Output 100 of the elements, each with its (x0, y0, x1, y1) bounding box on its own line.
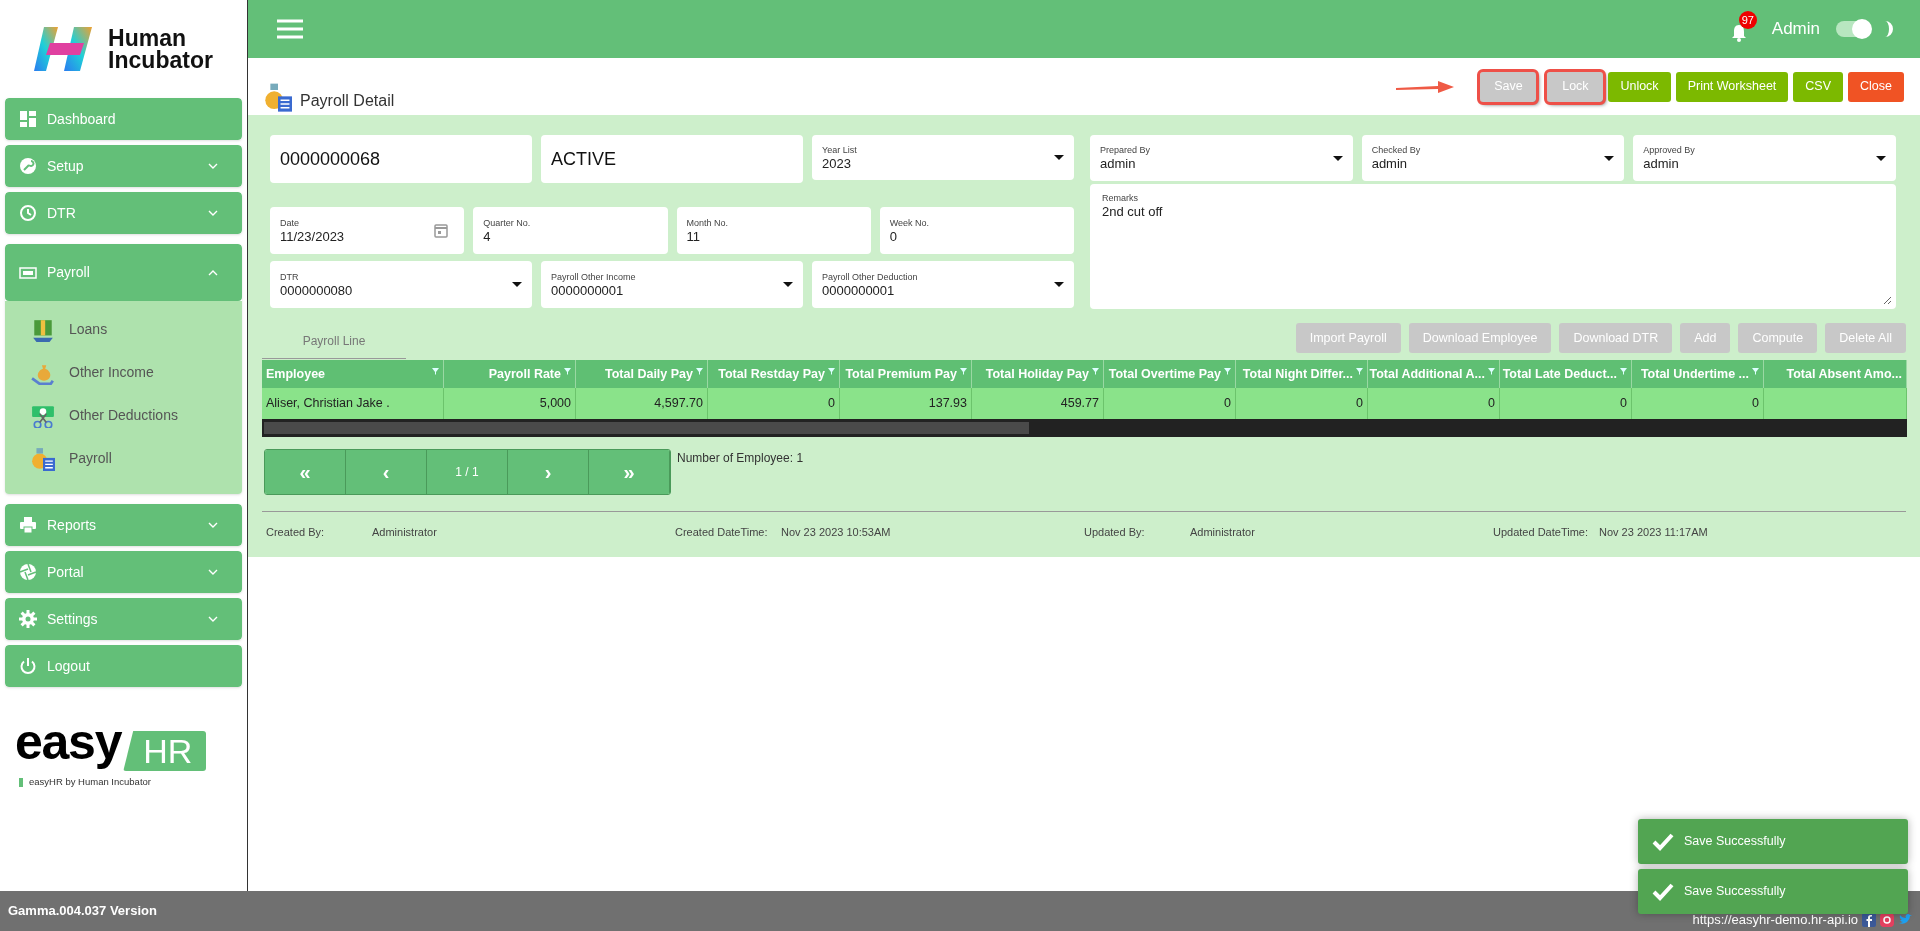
sidebar-item[interactable]: Settings (5, 598, 242, 640)
version-text: Gamma.004.037 Version (8, 902, 157, 921)
text-field[interactable]: 0000000068 (270, 135, 532, 183)
action-button[interactable]: CSV (1793, 71, 1844, 102)
sidebar-item[interactable]: Payroll (5, 244, 242, 301)
text-field[interactable]: ACTIVE (541, 135, 803, 183)
brand-tagline: easyHR by Human Incubator (29, 775, 151, 789)
menu-icon (276, 19, 304, 39)
page-title: Payroll Detail (300, 91, 395, 111)
settings-icon (19, 610, 37, 628)
audit-value: Administrator (372, 525, 437, 540)
filter-icon (696, 368, 703, 375)
remarks-field[interactable]: Remarks 2nd cut off (1090, 184, 1896, 309)
money-bag-calculator-icon (264, 81, 292, 113)
clock-icon (19, 204, 37, 222)
brand-logo-text: easy (15, 713, 122, 771)
filter-icon (432, 368, 439, 375)
audit-value: Nov 23 2023 10:53AM (781, 525, 891, 540)
tagline-mark (19, 777, 23, 787)
theme-toggle[interactable] (1836, 21, 1870, 37)
printer-icon (19, 516, 37, 534)
audit-label: Updated DateTime: (1493, 525, 1589, 540)
wrench-icon (19, 157, 37, 175)
filter-icon (1224, 368, 1231, 375)
logo-text: Incubator (108, 49, 213, 71)
audit-label: Updated By: (1084, 525, 1146, 540)
notification-badge: 97 (1738, 11, 1757, 29)
text-field[interactable]: Week No. 0 (879, 207, 1074, 254)
select-field[interactable]: Payroll Other Income 0000000001 (541, 261, 803, 308)
filter-icon (1752, 368, 1759, 375)
aperture-icon (19, 563, 37, 581)
logo-text: Human (108, 27, 187, 49)
toast: Save Successfully (1638, 819, 1908, 864)
caret-down-icon (512, 282, 522, 287)
dashboard-icon (19, 110, 37, 128)
audit-label: Created By: (266, 525, 326, 540)
filter-icon (1356, 368, 1363, 375)
audit-value: Nov 23 2023 11:17AM (1599, 525, 1708, 540)
action-button[interactable]: Print Worksheet (1675, 71, 1789, 102)
date-field[interactable]: Date 11/23/2023 (270, 207, 465, 254)
chevron-down-icon (208, 616, 218, 622)
scrollbar[interactable] (262, 419, 1907, 437)
pagination-button[interactable]: ‹ (346, 450, 427, 494)
submenu-item[interactable]: Other Income (5, 351, 242, 394)
text-field[interactable]: Month No. 11 (676, 207, 871, 254)
filter-icon (1620, 368, 1627, 375)
pagination-button[interactable]: » (589, 450, 670, 494)
chevron-down-icon (208, 163, 218, 169)
check-icon (1652, 882, 1674, 901)
sidebar-item[interactable]: Setup (5, 145, 242, 187)
audit-label: Created DateTime: (675, 525, 769, 540)
sidebar-item[interactable]: Dashboard (5, 98, 242, 140)
caret-down-icon (1604, 155, 1615, 161)
text-field[interactable]: Quarter No. 4 (473, 207, 668, 254)
sidebar-item[interactable]: Logout (5, 645, 242, 687)
pagination-button[interactable]: « (265, 450, 346, 494)
filter-icon (564, 368, 571, 375)
filter-icon (1488, 368, 1495, 375)
action-button[interactable]: Close (1848, 71, 1904, 102)
page-indicator: 1 / 1 (427, 450, 508, 494)
payroll-calculator-icon (31, 446, 55, 471)
calendar-icon (434, 223, 449, 238)
caret-down-icon (1876, 155, 1886, 161)
scissors-cash-icon (31, 403, 55, 428)
select-field[interactable]: Prepared By admin (1090, 135, 1353, 181)
filter-icon (828, 368, 835, 375)
select-field[interactable]: Year List 2023 (812, 135, 1074, 180)
filter-icon (1092, 368, 1099, 375)
select-field[interactable]: Payroll Other Deduction 0000000001 (812, 261, 1074, 308)
caret-down-icon (1332, 155, 1343, 161)
bell-icon (1730, 24, 1747, 42)
select-field[interactable]: DTR 0000000080 (270, 261, 532, 308)
tab[interactable]: Payroll Line (262, 323, 406, 359)
caret-down-icon (1054, 282, 1064, 287)
audit-value: Administrator (1190, 525, 1255, 540)
filter-icon (960, 368, 967, 375)
chevron-down-icon (208, 522, 218, 528)
chevron-up-icon (208, 269, 218, 276)
sidebar-item[interactable]: DTR (5, 192, 242, 234)
toast: Save Successfully (1638, 869, 1908, 914)
chevron-down-icon (208, 569, 218, 575)
submenu-item[interactable]: Loans (5, 308, 242, 351)
action-button[interactable]: Unlock (1608, 71, 1671, 102)
sidebar-item[interactable]: Portal (5, 551, 242, 593)
check-icon (1652, 832, 1674, 851)
brand-badge: HR (123, 731, 207, 771)
resize-handle-icon (1883, 296, 1891, 304)
user-name: Admin (1771, 18, 1820, 41)
employee-count: Number of Employee: 1 (677, 450, 804, 467)
sidebar-item[interactable]: Reports (5, 504, 242, 546)
select-field[interactable]: Approved By admin (1633, 135, 1896, 181)
chevron-down-icon (208, 210, 218, 216)
select-field[interactable]: Checked By admin (1361, 135, 1625, 181)
submenu-item[interactable]: Payroll (5, 437, 242, 480)
pagination-button[interactable]: › (508, 450, 589, 494)
caret-down-icon (1054, 155, 1064, 160)
cash-icon (31, 317, 55, 342)
bird-icon (1898, 913, 1912, 927)
submenu-item[interactable]: Other Deductions (5, 394, 242, 437)
power-icon (19, 657, 37, 675)
